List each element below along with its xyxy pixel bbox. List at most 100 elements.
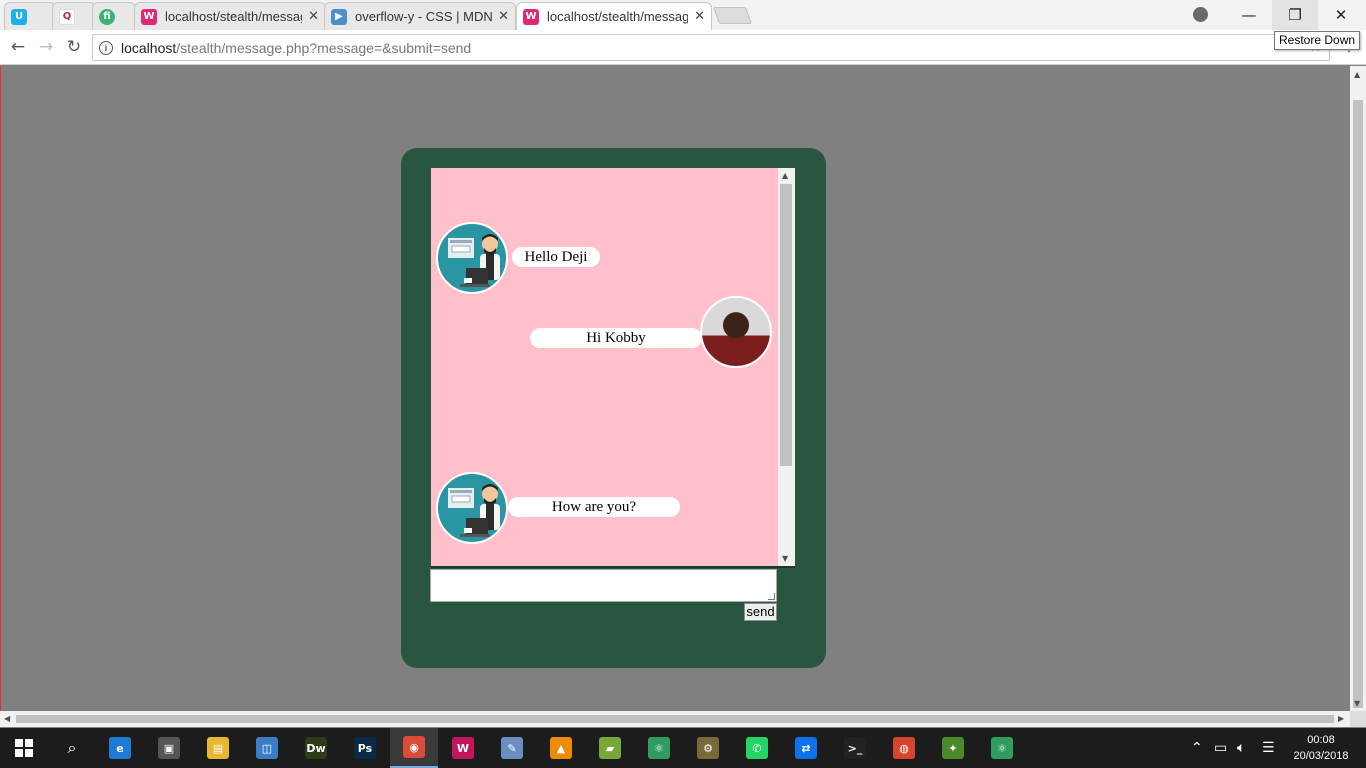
scrollbar-corner — [1350, 711, 1366, 727]
clock-time: 00:08 — [1307, 734, 1335, 746]
clock-date: 20/03/2018 — [1293, 750, 1349, 762]
taskbar-chrome-button[interactable]: ◉ — [390, 728, 438, 768]
new-tab-button[interactable] — [712, 7, 753, 24]
taskbar-snail-app-button[interactable]: ◍ — [880, 728, 928, 768]
taskbar-wamp-button[interactable]: W — [439, 728, 487, 768]
system-clock[interactable]: 00:08 20/03/2018 — [1285, 732, 1357, 764]
mdn-icon: ▶ — [331, 8, 347, 25]
browser-toolbar: ← → ↻ i localhost/stealth/message.php?me… — [0, 30, 1366, 65]
message-bubble: How are you? — [508, 497, 680, 517]
tooltip: Restore Down — [1274, 31, 1361, 50]
scroll-up-icon[interactable]: ▲ — [1354, 70, 1360, 79]
scroll-left-icon[interactable]: ◀ — [4, 714, 10, 723]
message-bubble: Hello Deji — [512, 247, 600, 267]
scroll-up-icon[interactable]: ▲ — [782, 171, 788, 180]
control-panel-icon: ◫ — [256, 737, 278, 759]
settings-icon: ⚙ — [697, 737, 719, 759]
wamp-icon: W — [452, 737, 474, 759]
taskbar-whatsapp-button[interactable]: ✆ — [733, 728, 781, 768]
wamp-icon: W — [523, 8, 539, 25]
minimize-button[interactable]: — — [1226, 0, 1272, 30]
search-button[interactable]: ⌕ — [48, 728, 96, 768]
message-bubble: Hi Kobby — [530, 328, 702, 348]
resize-grip-icon[interactable] — [768, 593, 775, 600]
taskbar-atom-button[interactable]: ⚛ — [635, 728, 683, 768]
atom-2-icon: ⚛ — [991, 737, 1013, 759]
taskbar-photoshop-button[interactable]: Ps — [341, 728, 389, 768]
developer-avatar — [436, 222, 508, 294]
atom-icon: ⚛ — [648, 737, 670, 759]
vlc-icon: ▲ — [550, 737, 572, 759]
taskbar-edge-button[interactable]: e — [96, 728, 144, 768]
scroll-right-icon[interactable]: ▶ — [1338, 714, 1344, 723]
store-icon: ▣ — [158, 737, 180, 759]
windows-logo-icon — [15, 739, 33, 757]
taskbar-paint-button[interactable]: ✎ — [488, 728, 536, 768]
tab-pinned-q[interactable]: Q — [52, 2, 96, 30]
forward-arrow-icon[interactable]: → — [34, 36, 58, 58]
tab-pinned-fi[interactable]: fi — [92, 2, 136, 30]
send-button[interactable]: send — [744, 603, 777, 621]
tab-pinned-u[interactable]: U — [4, 2, 56, 30]
notifications-icon[interactable]: ☰ — [1262, 740, 1275, 756]
message-list[interactable]: Hello Deji Hi Kobby How are you? ▲ ▼ — [431, 168, 795, 568]
taskbar-photos-button[interactable]: ▰ — [586, 728, 634, 768]
photos-icon: ▰ — [599, 737, 621, 759]
page-vertical-scrollbar[interactable]: ▲ ▼ — [1350, 66, 1366, 711]
photoshop-icon: Ps — [354, 737, 376, 759]
user-photo-avatar — [700, 296, 772, 368]
file-explorer-icon: ▤ — [207, 737, 229, 759]
developer-illustration-icon — [448, 234, 500, 287]
scroll-thumb[interactable] — [1353, 100, 1363, 708]
tab-title: localhost/stealth/messag — [165, 9, 303, 24]
restore-down-button[interactable]: ❐ — [1272, 0, 1318, 30]
taskbar-settings-button[interactable]: ⚙ — [684, 728, 732, 768]
search-icon: ⌕ — [67, 738, 77, 757]
scroll-thumb[interactable] — [780, 184, 792, 466]
message-list-scrollbar[interactable]: ▲ ▼ — [778, 168, 795, 566]
scroll-down-icon[interactable]: ▼ — [1354, 699, 1360, 708]
start-button[interactable] — [0, 728, 48, 768]
windows-taskbar: ⌕ e ▣ ▤ ◫ Dw Ps ◉ W ✎ ▲ ▰ ⚛ ⚙ ✆ ⇄ >_ ◍ ✦ ⚛ ⌃ ▭ 🔈︎ ☰ 00:08 … — [0, 728, 1366, 768]
taskbar-dreamweaver-button[interactable]: Dw — [292, 728, 340, 768]
network-icon[interactable]: ▭ — [1214, 740, 1227, 756]
tab-localhost-active[interactable]: W localhost/stealth/messag ✕ — [516, 2, 712, 30]
tab-localhost-1[interactable]: W localhost/stealth/messag ✕ — [134, 2, 326, 30]
info-icon[interactable]: i — [99, 40, 113, 55]
taskbar-terminal-button[interactable]: >_ — [831, 728, 879, 768]
profile-icon[interactable] — [1193, 7, 1208, 22]
page-horizontal-scrollbar[interactable]: ◀ ▶ — [0, 711, 1350, 727]
close-icon[interactable]: ✕ — [694, 9, 705, 24]
chrome-icon: ◉ — [403, 736, 425, 758]
taskbar-game-app-button[interactable]: ✦ — [929, 728, 977, 768]
developer-avatar — [436, 472, 508, 544]
tab-mdn[interactable]: ▶ overflow-y - CSS | MDN ✕ — [324, 2, 516, 30]
tab-title: overflow-y - CSS | MDN — [355, 9, 493, 24]
taskbar-control-panel-button[interactable]: ◫ — [243, 728, 291, 768]
close-icon[interactable]: ✕ — [498, 9, 509, 24]
snail-app-icon: ◍ — [893, 737, 915, 759]
edge-icon: e — [109, 737, 131, 759]
taskbar-file-explorer-button[interactable]: ▤ — [194, 728, 242, 768]
url-path: /stealth/message.php?message=&submit=sen… — [176, 39, 472, 56]
taskbar-store-button[interactable]: ▣ — [145, 728, 193, 768]
whatsapp-icon: ✆ — [746, 737, 768, 759]
scroll-thumb[interactable] — [16, 715, 1334, 723]
fi-logo-icon: fi — [99, 8, 115, 25]
chevron-up-icon[interactable]: ⌃ — [1191, 740, 1203, 756]
terminal-icon: >_ — [844, 737, 866, 759]
close-window-button[interactable]: ✕ — [1318, 0, 1364, 30]
taskbar-vlc-button[interactable]: ▲ — [537, 728, 585, 768]
back-arrow-icon[interactable]: ← — [6, 36, 30, 58]
dreamweaver-icon: Dw — [305, 737, 327, 759]
message-input[interactable] — [430, 569, 777, 602]
close-icon[interactable]: ✕ — [308, 9, 319, 24]
url-host: localhost — [121, 39, 177, 56]
scroll-down-icon[interactable]: ▼ — [782, 554, 788, 563]
reload-icon[interactable]: ↻ — [62, 36, 86, 58]
teamviewer-icon: ⇄ — [795, 737, 817, 759]
taskbar-atom-2-button[interactable]: ⚛ — [978, 728, 1026, 768]
volume-icon[interactable]: 🔈︎ — [1237, 740, 1245, 756]
address-bar[interactable]: i localhost/stealth/message.php?message=… — [92, 34, 1330, 61]
taskbar-teamviewer-button[interactable]: ⇄ — [782, 728, 830, 768]
